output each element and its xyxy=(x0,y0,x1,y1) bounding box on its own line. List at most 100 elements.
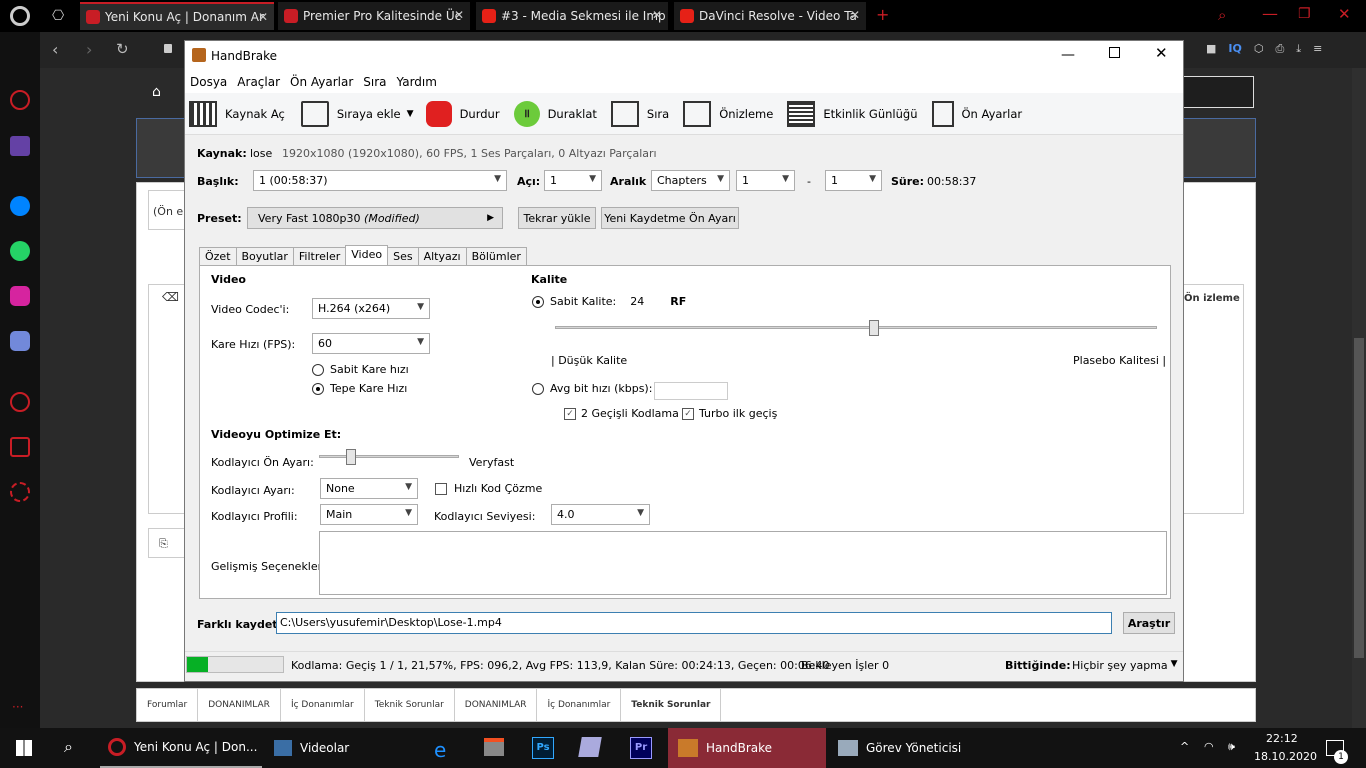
avg-bitrate-radio[interactable]: Avg bit hızı (kbps): xyxy=(532,382,652,395)
preset-selector[interactable]: Very Fast 1080p30 (Modified) ▶ xyxy=(247,207,503,229)
back-icon[interactable]: ‹ xyxy=(52,40,58,59)
fps-select[interactable]: 60 ▼ xyxy=(312,333,430,354)
home-icon[interactable]: ⌂ xyxy=(152,84,161,100)
chevron-up-icon[interactable]: ^ xyxy=(1180,740,1189,753)
save-path-input[interactable]: C:\Users\yusufemir\Desktop\Lose-1.mp4 xyxy=(276,612,1112,634)
maximize-icon[interactable]: ❐ xyxy=(1298,6,1311,22)
encoder-preset-slider[interactable] xyxy=(319,455,459,458)
taskbar-item[interactable]: HandBrake xyxy=(668,728,826,768)
add-to-queue-button[interactable]: Sıraya ekle xyxy=(337,107,401,121)
range-from-select[interactable]: 1 ▼ xyxy=(736,170,795,191)
constant-quality-radio[interactable]: Sabit Kalite: 24 RF xyxy=(532,295,686,308)
breadcrumb-item[interactable]: Teknik Sorunlar xyxy=(621,688,722,722)
box-icon[interactable] xyxy=(10,437,30,457)
tab-dimensions[interactable]: Boyutlar xyxy=(235,247,294,267)
pause-button[interactable]: Duraklat xyxy=(548,107,597,121)
edge-icon[interactable]: e xyxy=(434,738,446,762)
pfr-radio[interactable]: Tepe Kare Hızı xyxy=(312,382,407,395)
title-select[interactable]: 1 (00:58:37) ▼ xyxy=(253,170,507,191)
minimize-icon[interactable]: — xyxy=(1262,4,1278,23)
presets-button[interactable]: Ön Ayarlar xyxy=(962,107,1023,121)
new-tab-icon[interactable]: + xyxy=(876,5,889,24)
search-icon[interactable]: ⌕ xyxy=(1218,6,1226,24)
wifi-icon[interactable]: ◠ xyxy=(1204,740,1214,753)
search-icon[interactable]: ⌕ xyxy=(64,737,73,757)
close-tab-icon[interactable]: ✕ xyxy=(850,8,860,22)
presets-gear-icon[interactable] xyxy=(931,100,954,127)
browser-tab[interactable]: #3 - Media Sekmesi ile Imp ✕ xyxy=(476,2,668,30)
save-new-preset-button[interactable]: Yeni Kaydetme Ön Ayarı xyxy=(601,207,739,229)
photoshop-icon[interactable]: Ps xyxy=(532,737,554,759)
box-icon[interactable]: ⬡ xyxy=(1254,42,1264,58)
settings-gear-icon[interactable] xyxy=(10,482,30,502)
encoder-level-select[interactable]: 4.0 ▼ xyxy=(551,504,650,525)
preview-icon[interactable] xyxy=(683,100,712,127)
browser-tab[interactable]: DaVinci Resolve - Video Ta ✕ xyxy=(674,2,866,30)
breadcrumb-item[interactable]: İç Donanımlar xyxy=(537,688,622,722)
range-type-select[interactable]: Chapters ▼ xyxy=(651,170,730,191)
clapperboard-icon[interactable] xyxy=(189,100,217,127)
close-tab-icon[interactable]: ✕ xyxy=(652,8,662,22)
download-icon[interactable]: ⤓ xyxy=(1296,42,1301,58)
store-icon[interactable] xyxy=(484,738,504,756)
more-icon[interactable]: ··· xyxy=(12,700,23,714)
pause-icon[interactable]: ॥ xyxy=(513,100,540,127)
stop-button[interactable]: Durdur xyxy=(460,107,500,121)
forward-icon[interactable]: › xyxy=(86,40,92,59)
messenger-icon[interactable] xyxy=(10,196,30,216)
checkmark-icon[interactable]: ✓ xyxy=(564,407,576,420)
menu-file[interactable]: Dosya xyxy=(185,75,232,89)
tab-chapters[interactable]: Bölümler xyxy=(465,247,527,267)
windows-start-icon[interactable] xyxy=(16,740,32,756)
angle-select[interactable]: 1 ▼ xyxy=(544,170,602,191)
checkmark-icon[interactable]: ✓ xyxy=(682,407,694,420)
tab-summary[interactable]: Özet xyxy=(199,247,237,267)
page-scrollbar[interactable] xyxy=(1352,68,1366,728)
window-close-icon[interactable]: ✕ xyxy=(1155,44,1168,62)
tab-video[interactable]: Video xyxy=(345,245,389,265)
extensions-area[interactable]: ■ IQ ⬡ ⎙ ⤓ ≡ xyxy=(1206,42,1336,58)
fast-decode-checkbox[interactable]: Hızlı Kod Çözme xyxy=(435,482,542,495)
volume-icon[interactable]: 🕪 xyxy=(1228,740,1235,754)
menu-help[interactable]: Yardım xyxy=(392,75,442,89)
queue-button[interactable]: Sıra xyxy=(647,107,669,121)
gamepad-icon[interactable]: ⎔ xyxy=(52,8,64,24)
close-icon[interactable]: ✕ xyxy=(1338,5,1351,23)
radio-icon[interactable] xyxy=(532,382,544,395)
breadcrumb-item[interactable]: Forumlar xyxy=(137,688,199,722)
close-tab-icon[interactable]: ✕ xyxy=(454,8,464,22)
activity-log-icon[interactable] xyxy=(787,100,816,127)
radio-selected-icon[interactable] xyxy=(312,382,324,395)
speed-dial-icon[interactable] xyxy=(10,90,30,110)
notepad-icon[interactable] xyxy=(578,737,602,757)
advanced-options-textarea[interactable] xyxy=(319,531,1167,595)
codec-select[interactable]: H.264 (x264) ▼ xyxy=(312,298,430,319)
menu-icon[interactable]: ≡ xyxy=(1313,42,1322,58)
site-preview-tab[interactable]: Ön izleme xyxy=(1184,293,1240,304)
premiere-icon[interactable]: Pr xyxy=(630,737,652,759)
iq-icon[interactable]: IQ xyxy=(1228,42,1241,58)
history-icon[interactable] xyxy=(10,392,30,412)
range-to-select[interactable]: 1 ▼ xyxy=(825,170,882,191)
taskbar-item[interactable]: Görev Yöneticisi xyxy=(830,728,992,768)
window-minimize-icon[interactable]: — xyxy=(1061,47,1075,63)
browser-tab[interactable]: Premier Pro Kalitesinde Üc ✕ xyxy=(278,2,470,30)
window-maximize-icon[interactable] xyxy=(1109,47,1120,58)
browser-tab[interactable]: Yeni Konu Aç | Donanım Ar ✕ xyxy=(80,2,274,30)
tab-filters[interactable]: Filtreler xyxy=(292,247,347,267)
scrollbar-thumb[interactable] xyxy=(1354,338,1364,658)
tab-subtitles[interactable]: Altyazı xyxy=(417,247,467,267)
whatsapp-icon[interactable] xyxy=(10,241,30,261)
cfr-radio[interactable]: Sabit Kare hızı xyxy=(312,363,409,376)
attach-button[interactable]: ⎘ xyxy=(148,528,188,558)
menu-tools[interactable]: Araçlar xyxy=(232,75,285,89)
reload-preset-button[interactable]: Tekrar yükle xyxy=(518,207,596,229)
discord-icon[interactable] xyxy=(10,331,30,351)
queue-icon[interactable] xyxy=(610,100,639,127)
tab-audio[interactable]: Ses xyxy=(387,247,419,267)
reload-icon[interactable]: ↻ xyxy=(116,40,129,58)
encoder-profile-select[interactable]: Main ▼ xyxy=(320,504,418,525)
cube-icon[interactable]: ■ xyxy=(1206,42,1216,58)
browse-button[interactable]: Araştır xyxy=(1123,612,1175,634)
turbo-checkbox[interactable]: ✓ Turbo ilk geçiş xyxy=(682,407,777,420)
